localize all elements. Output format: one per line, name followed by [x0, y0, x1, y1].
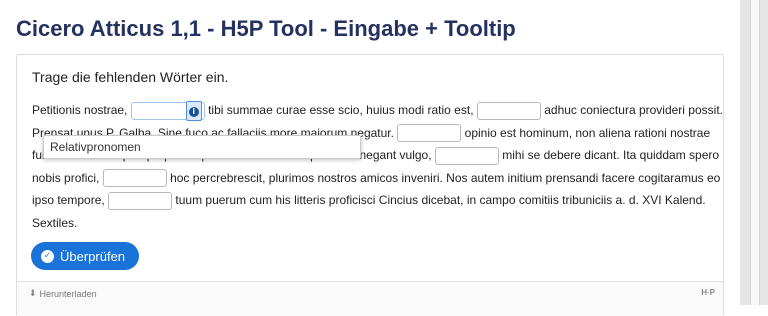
blank-input-3[interactable] [397, 124, 462, 143]
scrollbar-thumb[interactable] [750, 0, 760, 305]
check-button-label: Überprüfen [60, 248, 126, 264]
download-icon: ⬇ [29, 288, 37, 298]
download-link[interactable]: ⬇ Herunterladen [29, 288, 97, 299]
blank-input-4[interactable] [434, 146, 499, 165]
h5p-logo: H·P [701, 288, 715, 297]
text-segment: Petitionis nostrae, [32, 103, 128, 117]
download-label: Herunterladen [39, 288, 97, 299]
scrollbar[interactable] [740, 0, 768, 305]
task-instruction: Trage die fehlenden Wörter ein. [32, 69, 229, 85]
blank-input-6[interactable] [108, 191, 173, 210]
h5p-content: Trage die fehlenden Wörter ein. Petition… [16, 54, 724, 316]
blank-input-5[interactable] [102, 169, 167, 188]
info-icon[interactable]: i [185, 100, 202, 121]
info-dot: i [188, 106, 199, 117]
h5p-footer: ⬇ Herunterladen H·P [17, 281, 723, 316]
check-button[interactable]: ✓ Überprüfen [31, 242, 140, 270]
text-passage: Petitionis nostrae, i tibi summae curae … [32, 99, 724, 234]
blank-input-2[interactable] [476, 101, 541, 120]
text-segment: tibi summae curae esse scio, huius modi … [208, 103, 474, 117]
tooltip-popup: Relativpronomen [43, 135, 361, 159]
page-title: Cicero Atticus 1,1 - H5P Tool - Eingabe … [16, 16, 516, 41]
check-circle-icon: ✓ [41, 249, 54, 263]
blank-input-1[interactable]: i [130, 100, 205, 121]
